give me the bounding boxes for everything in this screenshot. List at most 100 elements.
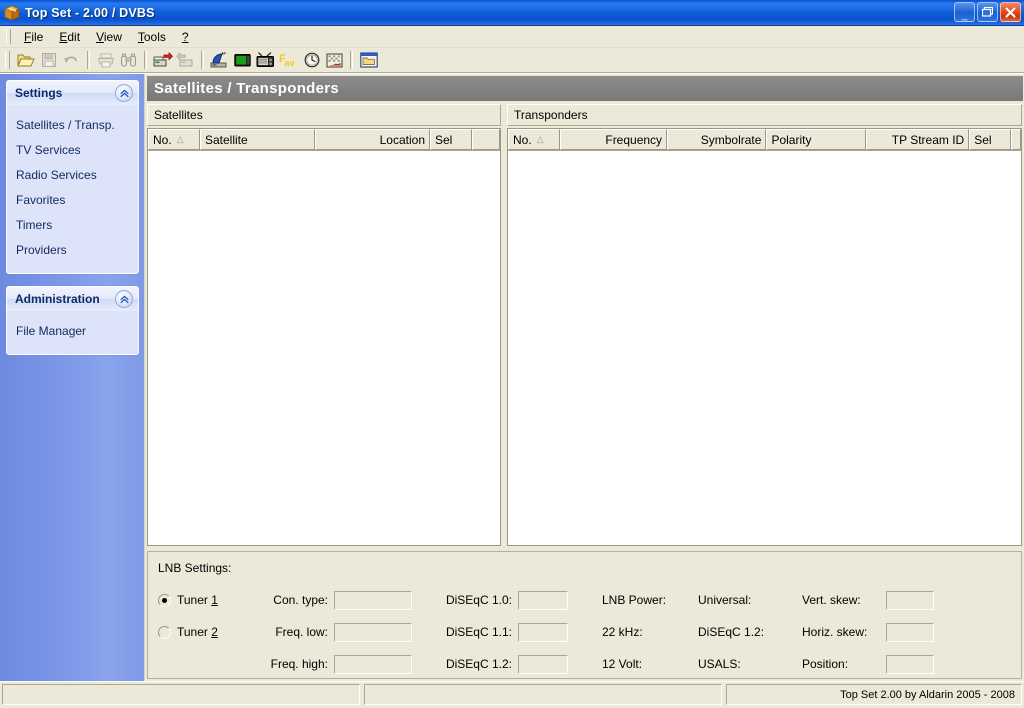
menu-view[interactable]: View xyxy=(88,28,130,46)
window-title: Top Set - 2.00 / DVBS xyxy=(25,5,155,20)
menu-tools[interactable]: Tools xyxy=(130,28,174,46)
column-label: Satellite xyxy=(205,132,248,147)
vert-skew-field[interactable] xyxy=(886,590,934,610)
tuner-2-label: Tuner 2 xyxy=(177,625,218,639)
sidebar-item-label: Providers xyxy=(16,243,67,257)
menu-help[interactable]: ? xyxy=(174,28,197,46)
undo-icon[interactable] xyxy=(60,49,83,71)
content-area: Satellites / Transponders Satellites No.… xyxy=(145,74,1024,681)
column-label: Polarity xyxy=(771,132,812,147)
tuner-2-radio-row[interactable]: Tuner 2 xyxy=(158,616,254,648)
lnb-settings-grid: Tuner 1 Tuner 2 Con. type: Freq. low: Fr… xyxy=(158,584,1021,680)
freq-low-label: Freq. low: xyxy=(275,625,328,639)
sidebar-group-settings-header[interactable]: Settings xyxy=(7,81,138,105)
providers-icon[interactable] xyxy=(323,49,346,71)
column-label: Frequency xyxy=(605,132,663,147)
favorites-fav-icon[interactable]: F av xyxy=(277,49,300,71)
print-icon[interactable] xyxy=(94,49,117,71)
transponders-grid[interactable]: No. △ Frequency Symbolrate Polarity TP S… xyxy=(507,128,1022,546)
satellites-dish-icon[interactable] xyxy=(208,49,231,71)
sidebar: Settings Satellites / Transp. TV Service… xyxy=(0,74,145,681)
diseqc-10-field[interactable] xyxy=(518,590,568,610)
tuner-2-radio[interactable] xyxy=(158,625,171,639)
column-header-filler[interactable] xyxy=(1011,129,1021,150)
column-header-no[interactable]: No. △ xyxy=(508,129,560,150)
minimize-button[interactable]: _ xyxy=(954,2,975,22)
horiz-skew-field[interactable] xyxy=(886,622,934,642)
freq-low-field[interactable] xyxy=(334,622,412,642)
diseqc-11-field[interactable] xyxy=(518,622,568,642)
sidebar-item-file-manager[interactable]: File Manager xyxy=(7,319,138,344)
timers-clock-icon[interactable] xyxy=(300,49,323,71)
column-header-tp-stream-id[interactable]: TP Stream ID xyxy=(865,129,970,150)
sidebar-item-providers[interactable]: Providers xyxy=(7,238,138,263)
column-header-sel[interactable]: Sel xyxy=(969,129,1011,150)
volt-12-row: 12 Volt: xyxy=(602,648,698,680)
menu-edit[interactable]: Edit xyxy=(51,28,88,46)
freq-low-row: Freq. low: xyxy=(254,616,412,648)
column-label: Location xyxy=(379,132,425,147)
horiz-skew-label: Horiz. skew: xyxy=(802,625,868,639)
title-bar: Top Set - 2.00 / DVBS _ xyxy=(0,0,1024,26)
transponders-grid-body[interactable] xyxy=(508,151,1021,545)
lnb-column-2: DiSEqC 1.0: DiSEqC 1.1: DiSEqC 1.2: xyxy=(434,584,568,680)
sidebar-item-tv-services[interactable]: TV Services xyxy=(7,138,138,163)
tv-services-icon[interactable] xyxy=(231,49,254,71)
column-header-satellite[interactable]: Satellite xyxy=(200,129,315,150)
save-icon[interactable] xyxy=(37,49,60,71)
diseqc-12b-label: DiSEqC 1.2: xyxy=(698,625,765,639)
column-header-sel[interactable]: Sel xyxy=(430,129,472,150)
sidebar-item-radio-services[interactable]: Radio Services xyxy=(7,163,138,188)
lnb-settings-title: LNB Settings: xyxy=(158,561,232,575)
radio-services-icon[interactable] xyxy=(254,49,277,71)
maximize-button[interactable] xyxy=(977,2,998,22)
con-type-row: Con. type: xyxy=(254,584,412,616)
close-button[interactable] xyxy=(1000,2,1021,22)
sidebar-group-settings-title: Settings xyxy=(15,86,63,100)
horiz-skew-row: Horiz. skew: xyxy=(802,616,934,648)
open-icon[interactable] xyxy=(14,49,37,71)
menu-file[interactable]: File xyxy=(16,28,51,46)
sidebar-item-timers[interactable]: Timers xyxy=(7,213,138,238)
sidebar-item-label: Favorites xyxy=(16,193,66,207)
chevron-up-icon[interactable] xyxy=(115,290,133,308)
column-header-frequency[interactable]: Frequency xyxy=(559,129,668,150)
sidebar-item-satellites-transp[interactable]: Satellites / Transp. xyxy=(7,113,138,138)
sidebar-group-administration-header[interactable]: Administration xyxy=(7,287,138,311)
khz-22-row: 22 kHz: xyxy=(602,616,698,648)
column-header-symbolrate[interactable]: Symbolrate xyxy=(667,129,767,150)
tuner-1-label: Tuner 1 xyxy=(177,593,218,607)
satellites-grid[interactable]: No. △ Satellite Location Sel xyxy=(147,128,501,546)
sidebar-item-favorites[interactable]: Favorites xyxy=(7,188,138,213)
con-type-field[interactable] xyxy=(334,590,412,610)
toolbar-grip[interactable] xyxy=(5,51,10,69)
file-manager-icon[interactable] xyxy=(357,49,380,71)
usals-label: USALS: xyxy=(698,657,741,671)
diseqc-12-label: DiSEqC 1.2: xyxy=(445,657,512,671)
sidebar-item-label: Radio Services xyxy=(16,168,97,182)
sidebar-group-settings: Settings Satellites / Transp. TV Service… xyxy=(6,80,139,274)
column-header-no[interactable]: No. △ xyxy=(148,129,200,150)
status-bar: Top Set 2.00 by Aldarin 2005 - 2008 xyxy=(0,681,1024,708)
window-controls: _ xyxy=(954,2,1021,22)
diseqc-12-field[interactable] xyxy=(518,654,568,674)
diseqc-10-label: DiSEqC 1.0: xyxy=(445,593,512,607)
find-binoculars-icon[interactable] xyxy=(117,49,140,71)
column-header-filler[interactable] xyxy=(472,129,500,150)
lnb-column-4: Universal: DiSEqC 1.2: USALS: xyxy=(698,584,802,680)
tuner-selection-group: Tuner 1 Tuner 2 xyxy=(158,584,254,648)
tuner-1-radio[interactable] xyxy=(158,593,171,607)
sidebar-item-label: Timers xyxy=(16,218,53,232)
column-header-polarity[interactable]: Polarity xyxy=(766,129,866,150)
freq-high-field[interactable] xyxy=(334,654,412,674)
tuner-1-radio-row[interactable]: Tuner 1 xyxy=(158,584,254,616)
satellites-grid-body[interactable] xyxy=(148,151,500,545)
chevron-up-icon[interactable] xyxy=(115,84,133,102)
column-header-location[interactable]: Location xyxy=(315,129,430,150)
status-panel-1 xyxy=(2,684,360,705)
position-field[interactable] xyxy=(886,654,934,674)
menubar-grip[interactable] xyxy=(6,29,11,44)
freq-high-row: Freq. high: xyxy=(254,648,412,680)
receive-from-box-icon[interactable] xyxy=(151,49,174,71)
send-to-box-icon[interactable] xyxy=(174,49,197,71)
